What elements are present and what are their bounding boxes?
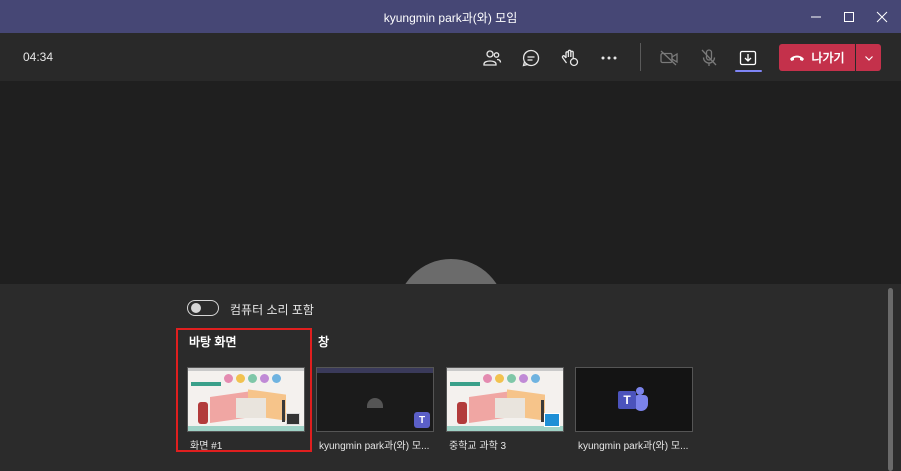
app-icon bbox=[544, 413, 560, 427]
teams-logo-icon: T bbox=[618, 386, 650, 413]
share-screen-icon bbox=[739, 50, 757, 66]
share-badge-icon bbox=[286, 413, 300, 425]
scrollbar[interactable] bbox=[888, 288, 893, 471]
close-icon bbox=[876, 11, 888, 22]
window-thumbnail-1[interactable]: T bbox=[316, 367, 434, 432]
toggle-knob bbox=[191, 303, 201, 313]
participants-icon bbox=[483, 50, 502, 66]
window-thumbnail-2[interactable] bbox=[446, 367, 564, 432]
toolbar-divider bbox=[640, 43, 641, 71]
share-active-indicator bbox=[735, 70, 762, 72]
meeting-timer: 04:34 bbox=[23, 50, 54, 64]
participants-button[interactable] bbox=[478, 44, 506, 72]
meeting-stage bbox=[0, 81, 901, 284]
computer-sound-label: 컴퓨터 소리 포함 bbox=[230, 303, 314, 317]
desktop-caption-1: 화면 #1 bbox=[190, 441, 223, 452]
share-screen-button[interactable] bbox=[734, 44, 762, 72]
camera-off-icon bbox=[660, 50, 678, 66]
window-title: kyungmin park과(와) 모임 bbox=[383, 11, 518, 25]
computer-sound-toggle[interactable] bbox=[187, 300, 219, 316]
close-button[interactable] bbox=[866, 0, 898, 33]
chat-icon bbox=[522, 49, 540, 67]
window-caption-1: kyungmin park과(와) 모... bbox=[319, 441, 430, 452]
maximize-icon bbox=[844, 11, 854, 22]
science-window-preview bbox=[447, 368, 563, 431]
window-section-title: 창 bbox=[318, 335, 330, 349]
mic-off-icon bbox=[701, 49, 717, 66]
hang-up-icon bbox=[790, 55, 805, 61]
desktop-preview bbox=[188, 368, 304, 431]
leave-button[interactable]: 나가기 bbox=[779, 44, 855, 71]
meeting-window-preview: T bbox=[317, 368, 433, 431]
chat-button[interactable] bbox=[517, 44, 545, 72]
raise-hand-button[interactable] bbox=[556, 44, 584, 72]
teams-window-preview: T bbox=[576, 368, 692, 431]
chevron-down-icon bbox=[864, 55, 873, 61]
participant-avatar bbox=[397, 259, 505, 284]
desktop-thumbnail-1[interactable] bbox=[187, 367, 305, 432]
camera-toggle-button[interactable] bbox=[655, 44, 683, 72]
raise-hand-icon bbox=[561, 49, 579, 67]
window-thumbnail-3[interactable]: T bbox=[575, 367, 693, 432]
window-caption-3: kyungmin park과(와) 모... bbox=[578, 441, 689, 452]
leave-options-button[interactable] bbox=[856, 44, 881, 71]
minimize-icon bbox=[811, 16, 821, 17]
title-bar: kyungmin park과(와) 모임 bbox=[0, 0, 901, 33]
minimize-button[interactable] bbox=[800, 0, 832, 33]
leave-label: 나가기 bbox=[811, 51, 845, 65]
maximize-button[interactable] bbox=[833, 0, 865, 33]
window-caption-2: 중학교 과학 3 bbox=[449, 441, 507, 452]
mic-toggle-button[interactable] bbox=[695, 44, 723, 72]
meeting-toolbar: 04:34 나가기 bbox=[0, 33, 901, 81]
more-options-button[interactable] bbox=[595, 44, 623, 72]
teams-icon: T bbox=[414, 412, 430, 428]
more-icon bbox=[601, 56, 617, 60]
